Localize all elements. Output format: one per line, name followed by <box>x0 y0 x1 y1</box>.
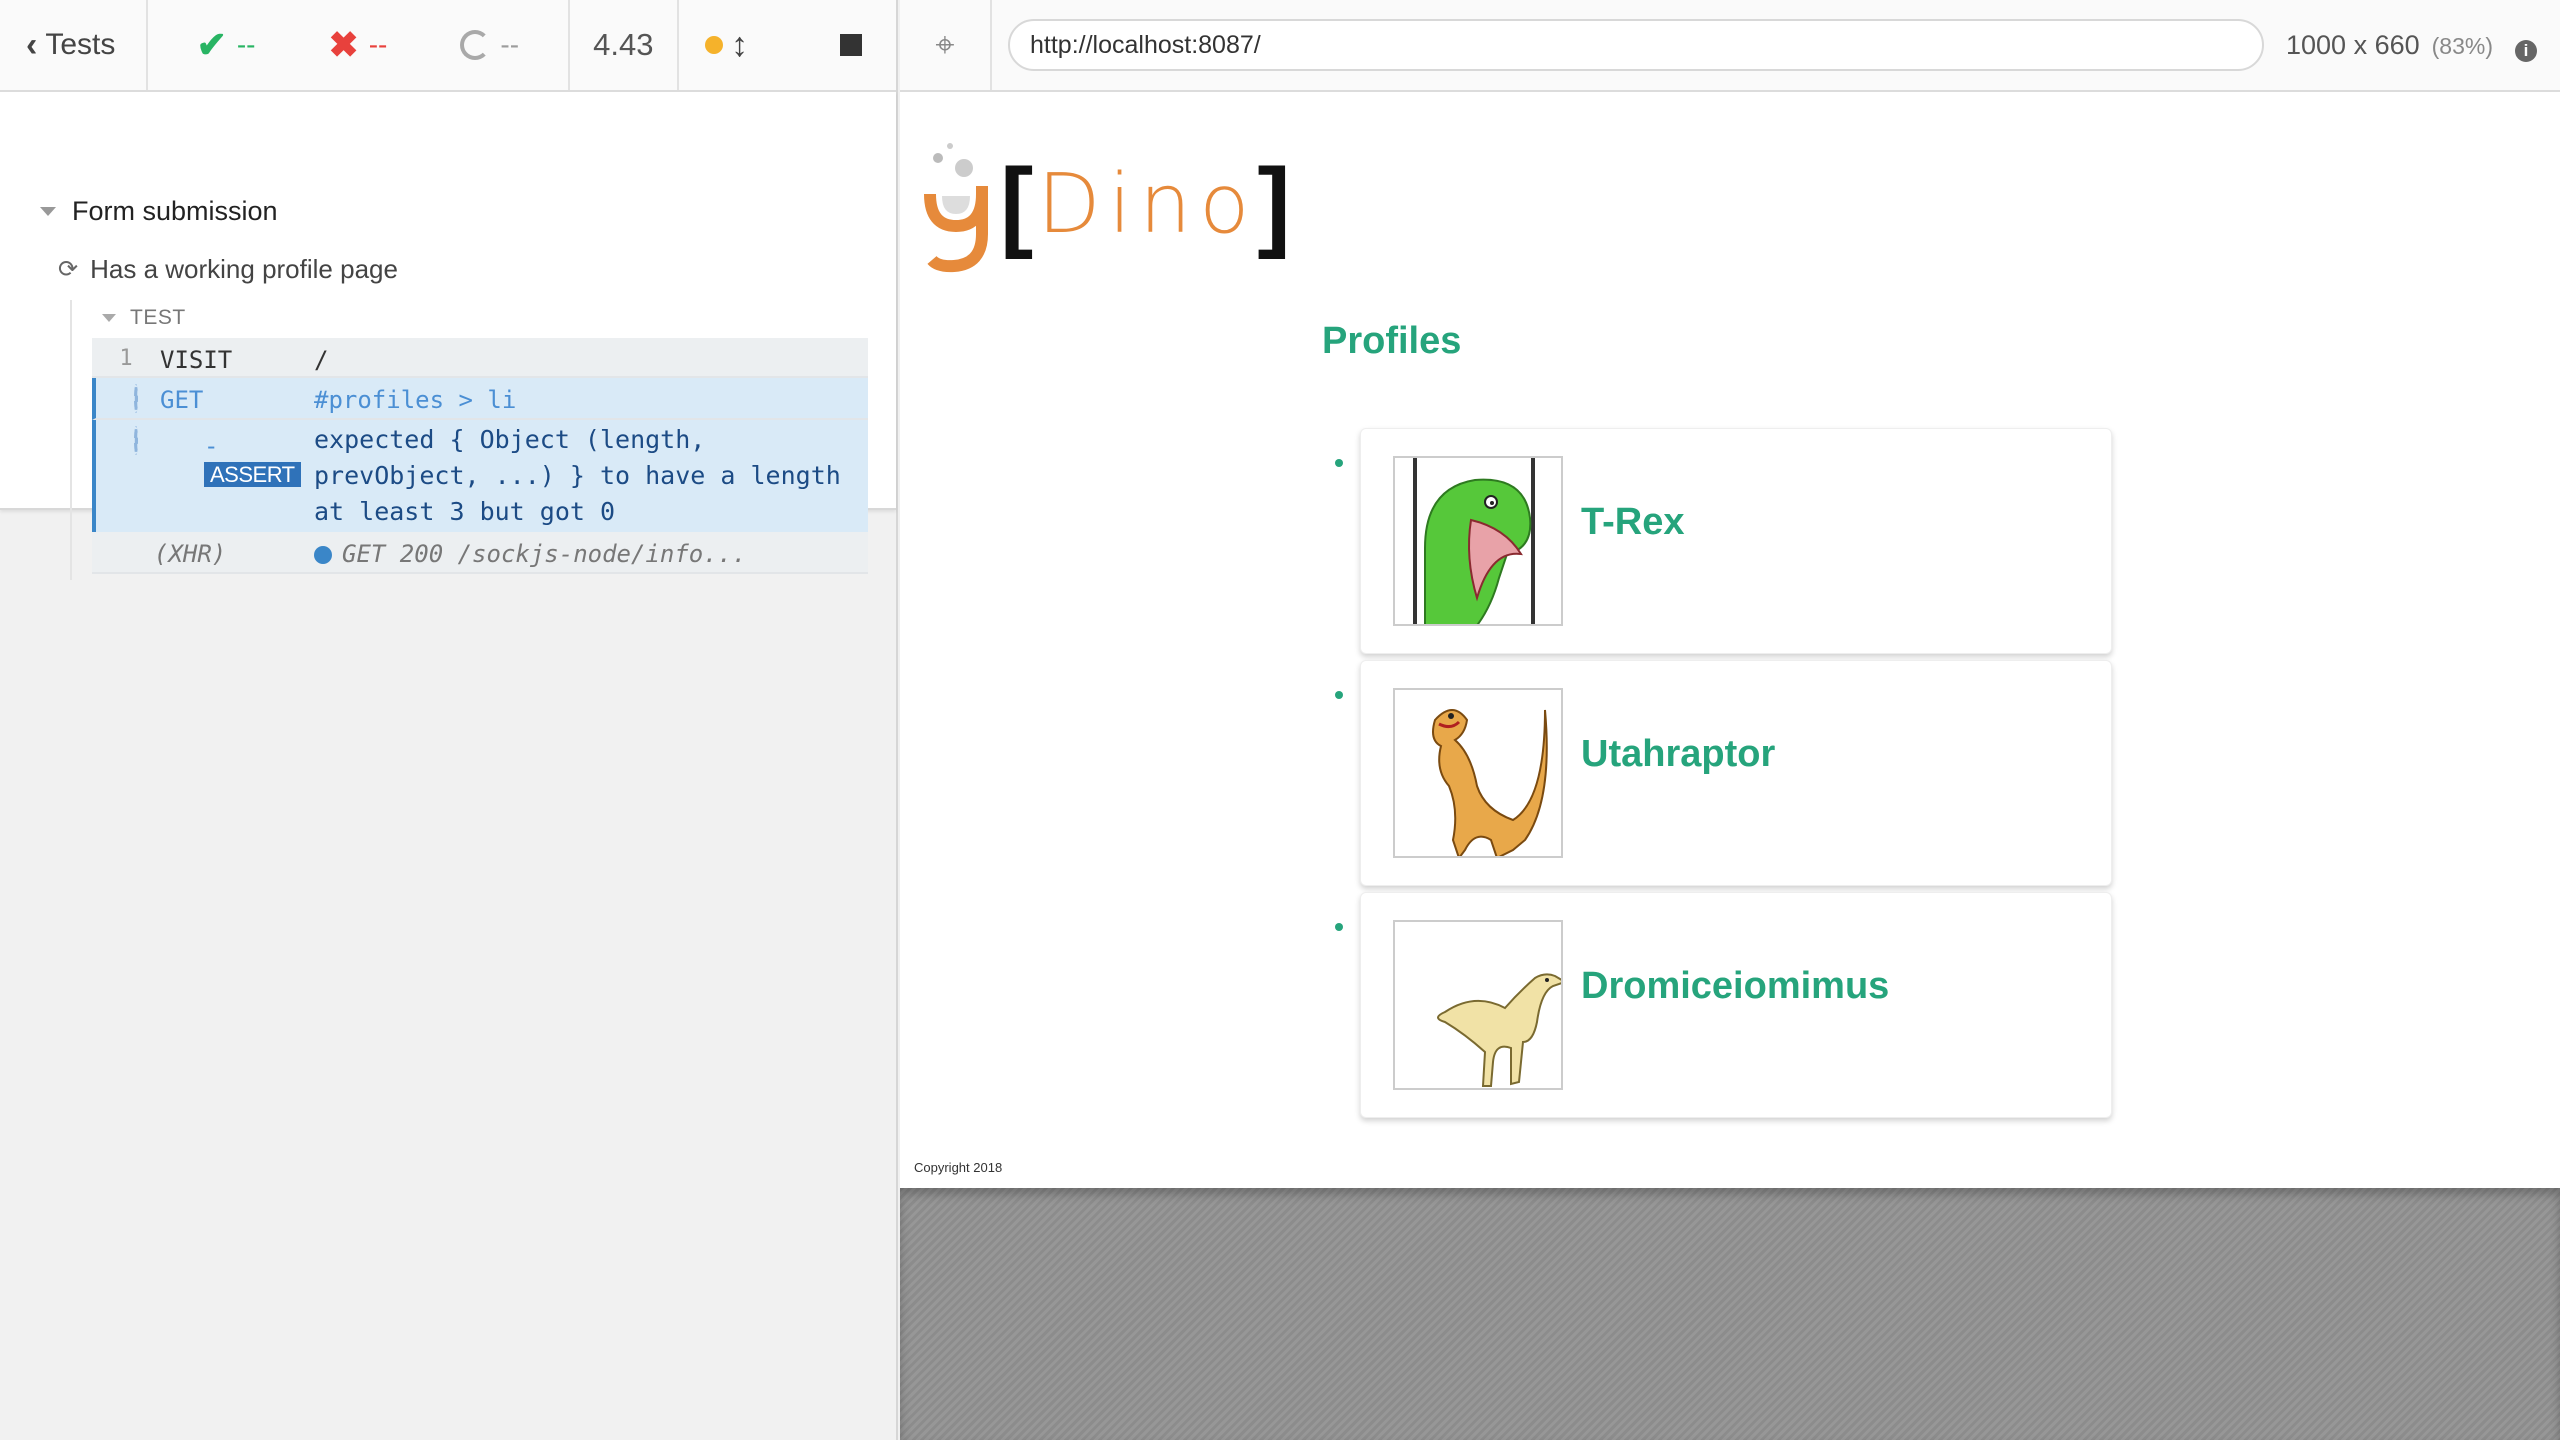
collapse-triangle-icon <box>40 207 56 216</box>
command-name: (XHR) <box>154 540 227 568</box>
running-indicator-icon <box>704 36 723 54</box>
runnable-tree: Form submission ⟳ Has a working profile … <box>0 92 896 580</box>
command-log: 1 VISIT / GET #profiles > li - ASSERT ex… <box>92 338 868 574</box>
failed-stat: ✖ -- <box>329 24 388 66</box>
viewport-size: 1000 x 660 <box>2286 29 2420 60</box>
back-to-tests-button[interactable]: ‹ Tests <box>0 0 149 90</box>
logo-text: Dino <box>1037 156 1258 252</box>
command-get[interactable]: GET #profiles > li <box>92 378 868 420</box>
test-section-header[interactable]: TEST <box>102 306 186 330</box>
url-text: http://localhost:8087/ <box>1030 30 1261 59</box>
command-spinner <box>96 420 160 532</box>
run-controls: ↕ <box>679 0 896 90</box>
loading-spinner-icon <box>134 384 138 413</box>
profile-card[interactable]: T-Rex <box>1335 428 2112 654</box>
crosshair-icon: ⌖ <box>935 25 955 64</box>
command-name: VISIT <box>160 346 233 374</box>
logo-bracket-right: ] <box>1257 147 1291 260</box>
viewport-scale: (83%) <box>2431 32 2493 59</box>
pending-ring-icon <box>460 30 491 60</box>
back-to-tests-label: Tests <box>45 28 116 61</box>
command-message: #profiles > li <box>314 386 517 414</box>
command-xhr[interactable]: (XHR) GET 200 /sockjs-node/info... <box>92 532 868 574</box>
auto-scroll-icon: ↕ <box>730 25 748 64</box>
copyright-footer: Copyright 2018 <box>914 1160 1003 1175</box>
passed-stat: ✔ -- <box>197 24 256 66</box>
test-title[interactable]: ⟳ Has a working profile page <box>58 254 398 285</box>
command-spinner <box>96 378 160 418</box>
command-message: expected { Object (length, prevObject, .… <box>314 425 841 526</box>
logo-bracket-left: [ <box>1000 147 1034 260</box>
check-icon: ✔ <box>196 24 227 65</box>
app-iframe: [ Dino ] Profiles T-Rex Utahraptor Dromi… <box>900 94 2560 1188</box>
test-reporter-panel: ‹ Tests ✔ -- ✖ -- -- 4.43 ↕ Form submiss… <box>0 0 898 1440</box>
aut-header: ⌖ http://localhost:8087/ 1000 x 660 (83%… <box>900 0 2560 92</box>
dromiceiomimus-image <box>1393 920 1563 1090</box>
command-assert[interactable]: - ASSERT expected { Object (length, prev… <box>92 420 868 532</box>
loading-spinner-icon <box>134 426 138 455</box>
command-message-wrap: GET 200 /sockjs-node/info... <box>314 532 868 572</box>
refresh-icon: ⟳ <box>58 256 79 283</box>
profile-card[interactable]: Utahraptor <box>1335 660 2112 886</box>
passed-count: -- <box>236 29 256 60</box>
viewport-info: 1000 x 660 (83%) i <box>2286 29 2537 62</box>
test-section-label: TEST <box>130 306 186 329</box>
duration: 4.43 <box>570 0 679 90</box>
url-bar[interactable]: http://localhost:8087/ <box>1008 19 2264 71</box>
test-title-text: Has a working profile page <box>90 254 398 284</box>
collapse-triangle-icon <box>102 314 116 322</box>
pending-stat: -- <box>460 29 519 61</box>
reporter-toolbar: ‹ Tests ✔ -- ✖ -- -- 4.43 ↕ <box>0 0 896 92</box>
list-bullet <box>1335 691 1343 699</box>
t-rex-image <box>1393 456 1563 626</box>
info-icon[interactable]: i <box>2514 39 2537 62</box>
command-name: - ASSERT <box>160 420 314 532</box>
command-message: GET 200 /sockjs-node/info... <box>342 540 747 568</box>
assert-prefix: - <box>204 432 219 460</box>
cross-icon: ✖ <box>328 24 359 65</box>
stop-button[interactable] <box>839 34 862 56</box>
command-number: 1 <box>119 346 133 371</box>
profile-list: T-Rex Utahraptor Dromiceiomimus <box>1335 428 2112 1124</box>
flask-logo-icon <box>924 143 988 273</box>
suite-title[interactable]: Form submission <box>40 196 278 227</box>
profile-card[interactable]: Dromiceiomimus <box>1335 892 2112 1118</box>
test-stats: ✔ -- ✖ -- -- <box>148 0 570 90</box>
utahraptor-image <box>1393 688 1563 858</box>
app-under-test-panel: ⌖ http://localhost:8087/ 1000 x 660 (83%… <box>900 0 2560 1440</box>
profile-name: Utahraptor <box>1581 732 1776 775</box>
pending-count: -- <box>500 29 520 60</box>
list-bullet <box>1335 459 1343 467</box>
tree-rail <box>70 300 72 580</box>
dino-logo[interactable]: [ Dino ] <box>920 134 1291 274</box>
auto-scroll-toggle[interactable]: ↕ <box>704 25 748 65</box>
chevron-left-icon: ‹ <box>26 25 38 64</box>
list-bullet <box>1335 923 1343 931</box>
page-title: Profiles <box>1322 320 1462 362</box>
selector-playground-button[interactable]: ⌖ <box>900 0 992 90</box>
command-name: GET <box>160 386 204 414</box>
failed-count: -- <box>368 29 388 60</box>
assert-badge: ASSERT <box>204 462 301 487</box>
command-visit[interactable]: 1 VISIT / <box>92 338 868 378</box>
viewport-background <box>900 1188 2560 1440</box>
command-message: / <box>314 346 329 374</box>
profile-name: T-Rex <box>1581 500 1685 543</box>
profile-name: Dromiceiomimus <box>1581 964 1890 1007</box>
xhr-status-dot-icon <box>314 546 332 564</box>
suite-title-text: Form submission <box>72 196 278 226</box>
